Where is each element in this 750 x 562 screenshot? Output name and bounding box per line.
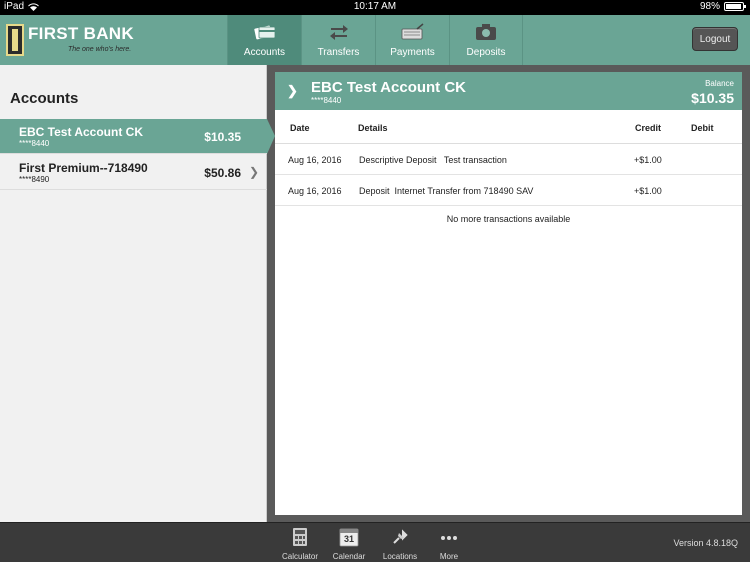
app-version: Version 4.8.18Q	[673, 538, 738, 548]
status-bar: iPad 10:17 AM 98%	[0, 0, 750, 15]
tab-payments[interactable]: Payments	[375, 15, 449, 65]
accounts-title: Accounts	[10, 90, 79, 107]
accounts-card-icon	[253, 22, 277, 42]
bank-tagline: The one who's here.	[68, 46, 132, 53]
logout-button[interactable]: Logout	[692, 27, 738, 51]
more-dots-icon	[439, 527, 459, 547]
tab-accounts-label: Accounts	[243, 47, 286, 58]
locations-button[interactable]: Locations	[375, 527, 425, 561]
transaction-details: Descriptive Deposit Test transaction	[359, 155, 507, 165]
account-item-first-premium[interactable]: First Premium--718490 ****8490 $50.86 ❯	[0, 155, 267, 190]
app-header: FIRST BANK The one who's here. Accounts …	[0, 15, 750, 65]
tab-deposits-label: Deposits	[466, 47, 506, 58]
transaction-date: Aug 16, 2016	[288, 186, 342, 196]
account-name: EBC Test Account CK	[19, 125, 144, 139]
calendar-icon: 31	[339, 527, 359, 547]
logo-mark-icon	[6, 24, 24, 56]
tab-transfers-label: Transfers	[317, 47, 360, 58]
transaction-credit: +$1.00	[634, 186, 662, 196]
calendar-day: 31	[343, 534, 354, 544]
transaction-credit: +$1.00	[634, 155, 662, 165]
transaction-date: Aug 16, 2016	[288, 155, 342, 165]
column-credit: Credit	[635, 123, 662, 133]
bank-logo: FIRST BANK The one who's here.	[6, 22, 136, 60]
accounts-panel: Accounts EBC Test Account CK ****8440 $1…	[0, 65, 275, 522]
locations-label: Locations	[382, 552, 418, 561]
balance-label: Balance	[705, 79, 734, 88]
tab-transfers[interactable]: Transfers	[301, 15, 375, 65]
location-pin-icon	[390, 527, 410, 547]
status-right: 98%	[699, 1, 746, 12]
account-balance: $50.86	[204, 166, 241, 180]
tab-accounts[interactable]: Accounts	[227, 15, 301, 65]
account-balance: $10.35	[204, 130, 241, 144]
chevron-right-icon: ❯	[248, 165, 259, 179]
detail-account-name: EBC Test Account CK	[311, 79, 467, 96]
calendar-button[interactable]: 31 Calendar	[324, 527, 374, 561]
account-detail-panel: ❯ EBC Test Account CK ****8440 Balance $…	[275, 72, 742, 515]
calculator-icon	[290, 527, 310, 547]
account-item-ebc-test[interactable]: EBC Test Account CK ****8440 $10.35	[0, 119, 275, 154]
column-details: Details	[358, 123, 388, 133]
main-nav: Accounts Transfers Payments Deposits	[227, 15, 523, 65]
account-name: First Premium--718490	[19, 161, 148, 175]
status-time: 10:17 AM	[353, 1, 397, 12]
battery-icon	[724, 2, 746, 11]
table-row[interactable]: Aug 16, 2016 Descriptive Deposit Test tr…	[275, 144, 742, 175]
battery-percent: 98%	[699, 1, 720, 12]
table-row[interactable]: Aug 16, 2016 Deposit Internet Transfer f…	[275, 175, 742, 206]
account-number: ****8490	[19, 175, 50, 184]
chevron-right-icon: ❯	[287, 83, 298, 98]
transaction-details: Deposit Internet Transfer from 718490 SA…	[359, 186, 534, 196]
camera-icon	[474, 22, 498, 42]
calendar-label: Calendar	[332, 552, 366, 561]
transfer-arrows-icon	[327, 22, 351, 42]
calculator-button[interactable]: Calculator	[275, 527, 325, 561]
column-debit: Debit	[691, 123, 714, 133]
account-number: ****8440	[19, 139, 50, 148]
tab-payments-label: Payments	[390, 47, 435, 58]
account-detail-header[interactable]: ❯ EBC Test Account CK ****8440 Balance $…	[275, 72, 742, 110]
balance-value: $10.35	[691, 90, 734, 106]
detail-account-number: ****8440	[311, 96, 342, 105]
bank-name: FIRST BANK	[28, 24, 134, 43]
column-date: Date	[290, 123, 310, 133]
payments-keyboard-icon	[401, 22, 425, 42]
transactions-header: Date Details Credit Debit	[275, 110, 742, 144]
no-more-transactions: No more transactions available	[446, 214, 571, 224]
calculator-label: Calculator	[281, 552, 318, 561]
more-button[interactable]: More	[424, 527, 474, 561]
bottom-toolbar: Calculator 31 Calendar Locations More Ve…	[0, 522, 750, 562]
more-label: More	[439, 552, 459, 561]
tab-deposits[interactable]: Deposits	[449, 15, 523, 65]
